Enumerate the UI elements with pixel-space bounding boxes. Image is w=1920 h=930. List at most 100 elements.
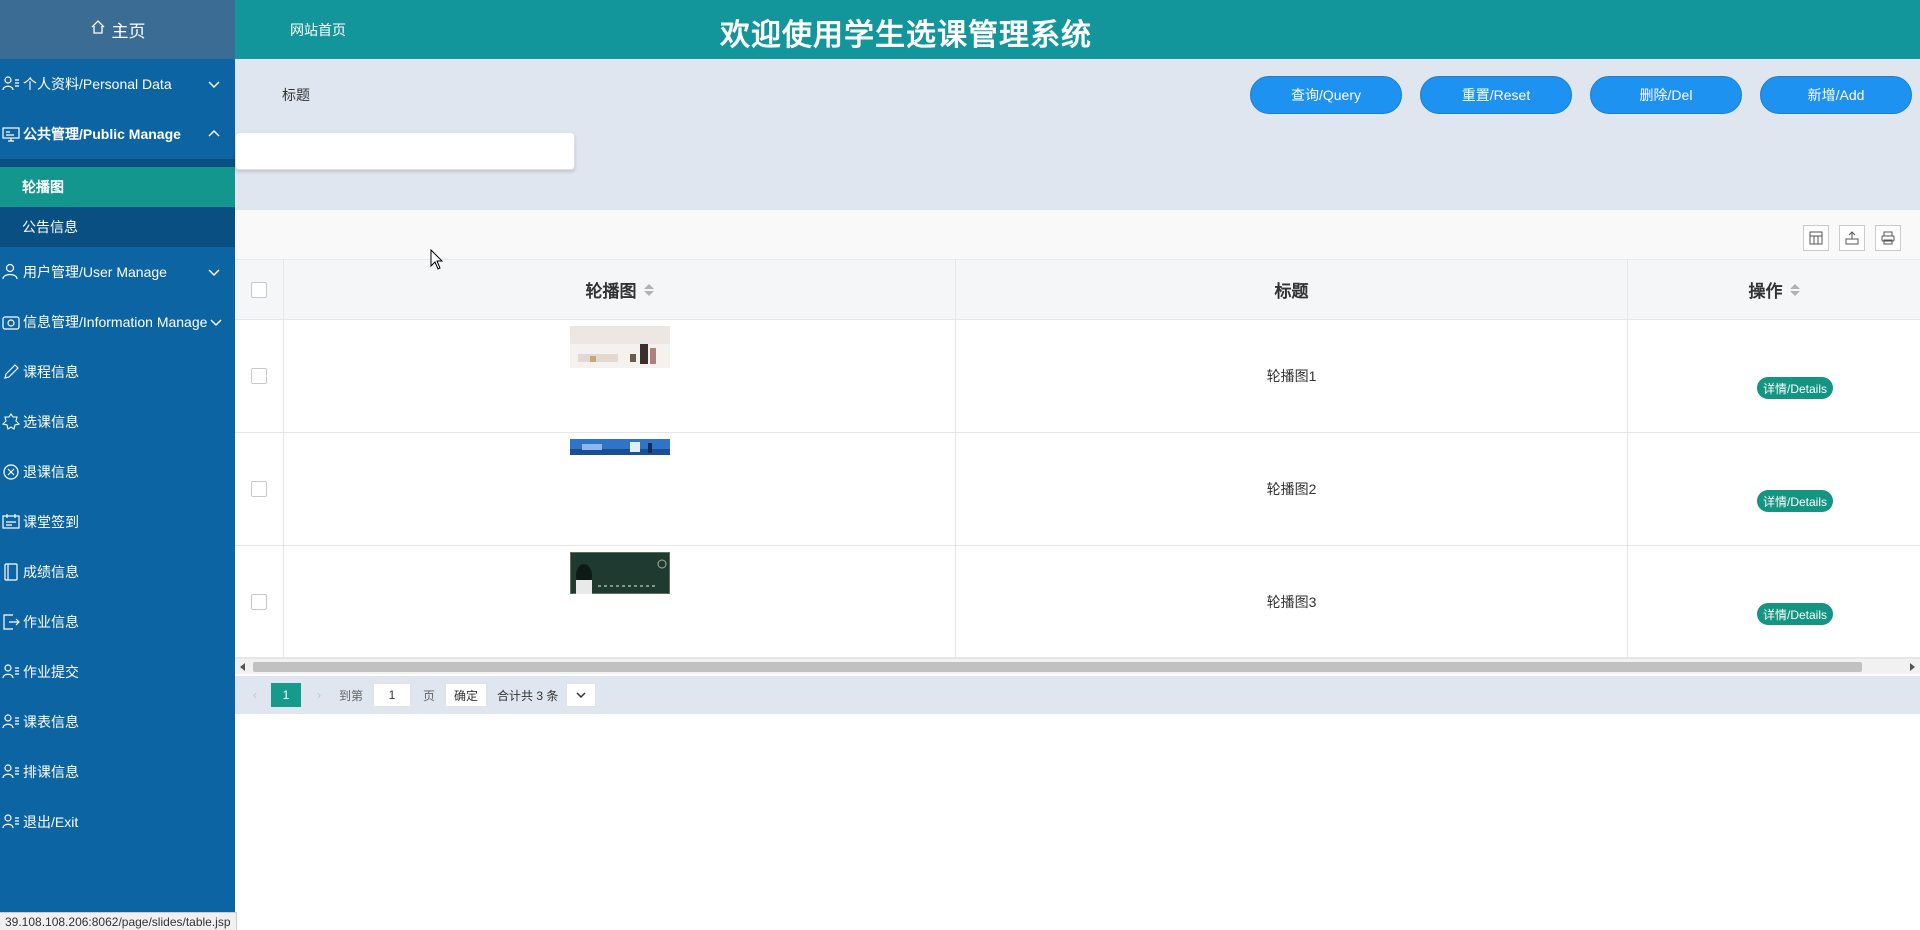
submenu-spacer: [0, 159, 235, 167]
row-checkbox-cell: [235, 546, 284, 657]
export-button[interactable]: [1839, 225, 1865, 251]
delete-button[interactable]: 删除/Del: [1590, 76, 1742, 114]
menu-public-manage[interactable]: 公共管理/Public Manage: [0, 109, 235, 159]
camera-icon: [2, 313, 20, 331]
actions-cell: 详情/Details: [1628, 433, 1920, 545]
menu-label: 公共管理/Public Manage: [23, 126, 181, 142]
menu-label: 课表信息: [23, 714, 79, 730]
table-header: 轮播图 标题 操作: [235, 260, 1920, 320]
add-button[interactable]: 新增/Add: [1760, 76, 1912, 114]
pagination: ‹ 1 › 到第 1 页 确定 合计共 3 条: [235, 676, 1920, 714]
title-cell: 轮播图1: [956, 320, 1628, 432]
column-label: 轮播图: [585, 282, 637, 301]
scrollbar-thumb[interactable]: [253, 662, 1862, 672]
table-row: 轮播图1 详情/Details: [235, 320, 1920, 433]
menu-course-selection[interactable]: 选课信息: [0, 397, 235, 447]
chevron-up-icon: [207, 127, 221, 141]
menu-information-manage[interactable]: 信息管理/Information Manage: [0, 297, 235, 347]
menu-label: 作业信息: [23, 614, 79, 630]
select-all-checkbox[interactable]: [251, 281, 267, 298]
mouse-cursor-icon: [430, 248, 444, 271]
details-button[interactable]: 详情/Details: [1757, 490, 1834, 512]
actions-cell: 详情/Details: [1628, 320, 1920, 432]
menu-homework-submit[interactable]: 作业提交: [0, 647, 235, 697]
close-circle-icon: [2, 463, 20, 481]
goto-page-input[interactable]: 1: [373, 683, 412, 707]
row-checkbox[interactable]: [251, 481, 267, 497]
query-button[interactable]: 查询/Query: [1250, 76, 1402, 114]
menu-homework[interactable]: 作业信息: [0, 597, 235, 647]
menu-grades[interactable]: 成绩信息: [0, 547, 235, 597]
row-checkbox-cell: [235, 433, 284, 545]
home-link[interactable]: 主页: [0, 0, 235, 59]
slide-thumbnail[interactable]: [570, 326, 670, 368]
title-search-input[interactable]: [235, 132, 575, 170]
chevron-down-icon: [576, 690, 586, 700]
pencil-icon: [2, 363, 20, 381]
scroll-left-icon[interactable]: [240, 663, 245, 671]
book-icon: [2, 563, 20, 581]
row-title: 轮播图3: [1266, 593, 1317, 610]
header: 网站首页 欢迎使用学生选课管理系统: [235, 0, 1920, 59]
menu-course-withdraw[interactable]: 退课信息: [0, 447, 235, 497]
slide-image-cell: [284, 320, 956, 432]
table-row: 轮播图3 详情/Details: [235, 546, 1920, 658]
columns-filter-button[interactable]: [1803, 225, 1829, 251]
print-icon: [1881, 231, 1895, 245]
slide-thumbnail[interactable]: [570, 552, 670, 594]
user-icon: [2, 263, 20, 281]
header-checkbox-cell: [235, 260, 284, 319]
scroll-right-icon[interactable]: [1910, 663, 1915, 671]
details-button[interactable]: 详情/Details: [1757, 603, 1834, 625]
export-icon: [2, 613, 20, 631]
prev-page-icon[interactable]: ‹: [247, 687, 263, 703]
slide-image-cell: [284, 433, 956, 545]
site-home-link[interactable]: 网站首页: [290, 20, 346, 40]
menu-label: 退课信息: [23, 464, 79, 480]
submenu-public-manage: 轮播图 公告信息: [0, 159, 235, 247]
slide-thumbnail[interactable]: [570, 439, 670, 455]
sort-icon[interactable]: [643, 283, 654, 296]
row-checkbox-cell: [235, 320, 284, 432]
title-cell: 轮播图3: [956, 546, 1628, 657]
column-header-slide[interactable]: 轮播图: [284, 260, 956, 319]
page-title: 欢迎使用学生选课管理系统: [720, 19, 1092, 52]
menu-scheduling[interactable]: 排课信息: [0, 747, 235, 797]
chevron-down-icon: [209, 315, 223, 329]
row-title: 轮播图1: [1266, 368, 1317, 384]
menu-user-manage[interactable]: 用户管理/User Manage: [0, 247, 235, 297]
current-page-button[interactable]: 1: [271, 683, 301, 707]
goto-confirm-button[interactable]: 确定: [445, 683, 488, 707]
row-checkbox[interactable]: [251, 368, 267, 384]
menu-label: 课程信息: [23, 364, 79, 380]
submenu-item-notices[interactable]: 公告信息: [0, 207, 235, 247]
menu-personal-data[interactable]: 个人资料/Personal Data: [0, 59, 235, 109]
columns-icon: [1809, 231, 1823, 245]
submenu-item-slides[interactable]: 轮播图: [0, 167, 235, 207]
menu-label: 用户管理/User Manage: [23, 264, 167, 280]
badge-icon: [2, 413, 20, 431]
data-table: 轮播图 标题 操作 轮播图1 详情/Details 轮播图2 详情/Detail…: [235, 210, 1920, 715]
page-size-select[interactable]: [566, 683, 597, 707]
menu-label: 退出/Exit: [23, 814, 79, 830]
search-area: 标题 查询/Query 重置/Reset 删除/Del 新增/Add: [235, 59, 1920, 210]
column-header-title: 标题: [956, 260, 1628, 319]
sort-icon[interactable]: [1789, 283, 1800, 296]
menu-course-info[interactable]: 课程信息: [0, 347, 235, 397]
table-toolbar: [235, 210, 1920, 260]
menu-class-checkin[interactable]: 课堂签到: [0, 497, 235, 547]
menu-timetable[interactable]: 课表信息: [0, 697, 235, 747]
print-button[interactable]: [1875, 225, 1901, 251]
user-list-icon: [2, 763, 20, 781]
total-count: 合计共 3 条: [497, 688, 559, 703]
status-url: 39.108.108.206:8062/page/slides/table.js…: [0, 912, 237, 930]
horizontal-scrollbar[interactable]: [235, 658, 1920, 674]
column-header-actions[interactable]: 操作: [1628, 260, 1920, 319]
next-page-icon[interactable]: ›: [311, 687, 327, 703]
reset-button[interactable]: 重置/Reset: [1420, 76, 1572, 114]
menu-exit[interactable]: 退出/Exit: [0, 797, 235, 847]
details-button[interactable]: 详情/Details: [1757, 377, 1834, 399]
goto-label: 到第: [339, 688, 364, 703]
row-checkbox[interactable]: [251, 593, 267, 610]
menu-label: 信息管理/Information Manage: [23, 314, 208, 330]
